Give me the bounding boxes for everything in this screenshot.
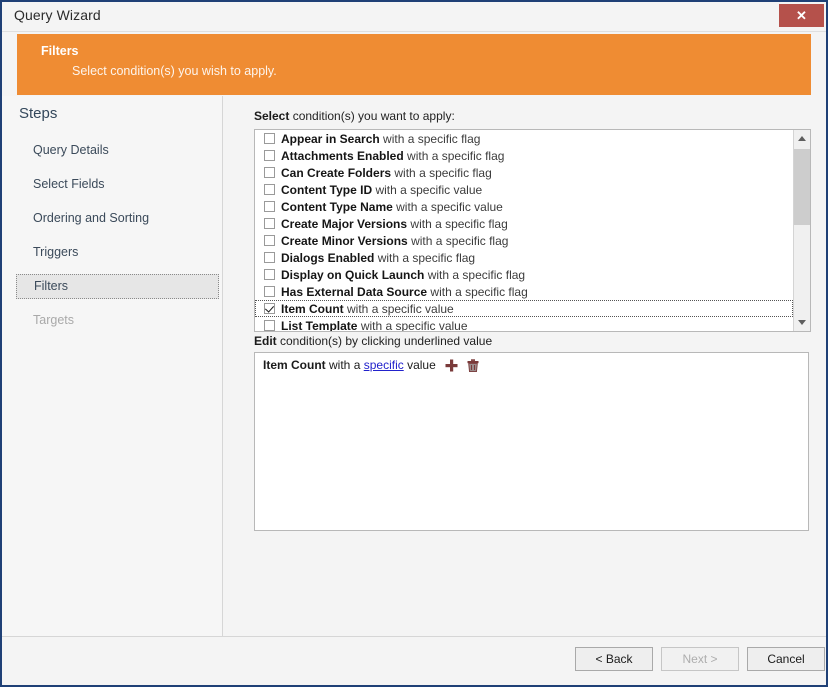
condition-description: with a specific flag (394, 166, 492, 180)
condition-description: with a specific flag (427, 268, 526, 282)
checkbox-icon[interactable] (264, 286, 275, 297)
checkbox-icon[interactable] (264, 184, 275, 195)
select-conditions-label-bold: Select (254, 109, 290, 123)
condition-row[interactable]: Dialogs Enabled with a specific flag (255, 249, 793, 266)
checkbox-icon[interactable] (264, 269, 275, 280)
wizard-footer: < Back Next > Cancel (2, 636, 826, 685)
condition-name: Create Major Versions (281, 217, 408, 231)
checkbox-icon[interactable] (264, 320, 275, 331)
select-conditions-label-rest: condition(s) you want to apply: (289, 109, 455, 123)
condition-description: with a specific flag (383, 132, 481, 146)
condition-description: with a specific flag (411, 234, 509, 248)
trash-icon[interactable] (467, 359, 479, 375)
condition-row[interactable]: Create Minor Versions with a specific fl… (255, 232, 793, 249)
wizard-banner: Filters Select condition(s) you wish to … (17, 34, 811, 95)
query-wizard-window: Query Wizard ✕ Filters Select condition(… (0, 0, 828, 687)
steps-heading: Steps (19, 105, 58, 122)
condition-name: List Template (281, 319, 358, 331)
banner-title: Filters (41, 44, 79, 58)
condition-name: Item Count (281, 302, 344, 316)
sidebar-item-select-fields[interactable]: Select Fields (16, 172, 219, 197)
condition-row[interactable]: Content Type ID with a specific value (255, 181, 793, 198)
condition-description: with a specific value (396, 200, 503, 214)
checkbox-icon[interactable] (264, 133, 275, 144)
plus-icon[interactable] (445, 359, 458, 375)
banner-subtitle: Select condition(s) you wish to apply. (72, 64, 277, 78)
chevron-down-icon[interactable] (794, 314, 810, 331)
condition-name: Display on Quick Launch (281, 268, 425, 282)
edit-conditions-box[interactable]: Item Count with a specific value (254, 352, 809, 531)
condition-name: Create Minor Versions (281, 234, 408, 248)
condition-name: Attachments Enabled (281, 149, 404, 163)
checkbox-icon[interactable] (264, 218, 275, 229)
sidebar-item-ordering-and-sorting[interactable]: Ordering and Sorting (16, 206, 219, 231)
condition-field-name: Item Count (263, 358, 326, 372)
sidebar-item-targets: Targets (33, 313, 74, 327)
scrollbar-thumb[interactable] (794, 149, 810, 225)
checkbox-icon[interactable] (264, 303, 275, 314)
condition-description: with a specific flag (377, 251, 476, 265)
condition-description: with a specific value (347, 302, 454, 316)
condition-row[interactable]: Attachments Enabled with a specific flag (255, 147, 793, 164)
condition-name: Appear in Search (281, 132, 380, 146)
condition-name: Content Type Name (281, 200, 393, 214)
sidebar-item-triggers[interactable]: Triggers (16, 240, 219, 265)
condition-description: with a specific value (375, 183, 483, 197)
window-title: Query Wizard (14, 7, 101, 23)
conditions-list-box[interactable]: Appear in Search with a specific flag Att… (254, 129, 811, 332)
edit-conditions-label-rest: condition(s) by clicking underlined valu… (276, 334, 493, 348)
checkbox-icon[interactable] (264, 167, 275, 178)
checkbox-icon[interactable] (264, 252, 275, 263)
edit-conditions-label: Edit condition(s) by clicking underlined… (254, 334, 492, 348)
condition-row[interactable]: Create Major Versions with a specific fl… (255, 215, 793, 232)
select-conditions-label: Select condition(s) you want to apply: (254, 109, 455, 123)
wizard-content: Steps Query Details Select Fields Ordering… (2, 96, 826, 685)
title-bar: Query Wizard ✕ (2, 2, 826, 32)
condition-name: Has External Data Source (281, 285, 428, 299)
conditions-scrollbar[interactable] (793, 130, 810, 331)
cancel-button[interactable]: Cancel (747, 647, 825, 671)
checkbox-icon[interactable] (264, 235, 275, 246)
condition-row[interactable]: Has External Data Source with a specific… (255, 283, 793, 300)
condition-name: Dialogs Enabled (281, 251, 375, 265)
condition-row[interactable]: Content Type Name with a specific value (255, 198, 793, 215)
condition-tail-text: value (407, 358, 436, 372)
filters-panel: Select condition(s) you want to apply: A… (224, 96, 826, 685)
condition-row[interactable]: List Template with a specific value (255, 317, 793, 331)
next-button: Next > (661, 647, 739, 671)
close-button[interactable]: ✕ (779, 4, 824, 27)
condition-description: with a specific flag (430, 285, 528, 299)
condition-mid-text: with a (329, 358, 361, 372)
condition-row[interactable]: Item Count with a specific value (255, 300, 793, 317)
back-button[interactable]: < Back (575, 647, 653, 671)
edit-conditions-label-bold: Edit (254, 334, 277, 348)
steps-sidebar: Steps Query Details Select Fields Ordering… (2, 96, 223, 685)
condition-row[interactable]: Display on Quick Launch with a specific … (255, 266, 793, 283)
sidebar-item-filters[interactable]: Filters (16, 274, 219, 299)
condition-description: with a specific flag (410, 217, 508, 231)
condition-expression-row: Item Count with a specific value (263, 358, 479, 375)
conditions-scroll-area: Appear in Search with a specific flag Att… (255, 130, 793, 331)
checkbox-icon[interactable] (264, 201, 275, 212)
condition-name: Can Create Folders (281, 166, 392, 180)
condition-value-link[interactable]: specific (364, 358, 404, 372)
sidebar-item-query-details[interactable]: Query Details (16, 138, 219, 163)
condition-row[interactable]: Can Create Folders with a specific flag (255, 164, 793, 181)
condition-row[interactable]: Appear in Search with a specific flag (255, 130, 793, 147)
condition-description: with a specific value (360, 319, 468, 331)
checkbox-icon[interactable] (264, 150, 275, 161)
chevron-up-icon[interactable] (794, 130, 810, 147)
condition-name: Content Type ID (281, 183, 373, 197)
condition-description: with a specific flag (407, 149, 505, 163)
